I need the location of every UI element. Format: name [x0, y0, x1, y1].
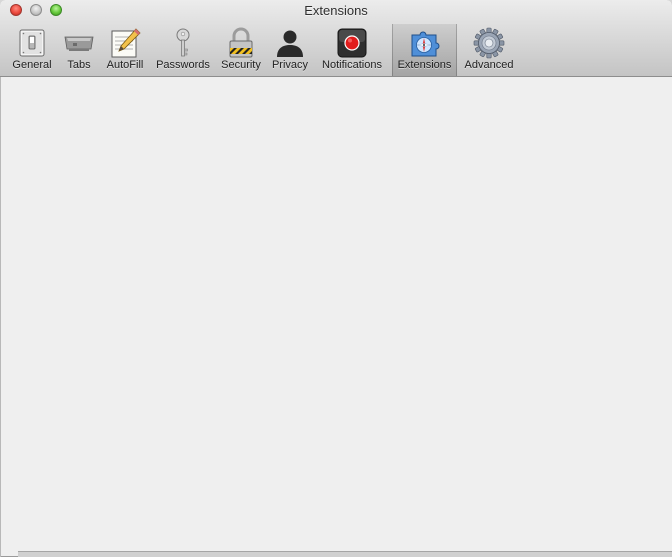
toolbar-label-advanced: Advanced	[464, 59, 514, 71]
toolbar-label-security: Security	[221, 59, 261, 71]
toolbar-item-advanced[interactable]: Advanced	[460, 24, 518, 76]
toolbar-item-notifications[interactable]: Notifications	[316, 24, 388, 76]
toolbar-item-tabs[interactable]: Tabs	[60, 24, 98, 76]
extensions-content-pane	[0, 77, 672, 551]
toolbar-label-autofill: AutoFill	[106, 59, 144, 71]
padlock-icon	[229, 27, 253, 58]
toolbar-label-privacy: Privacy	[271, 59, 309, 71]
window-title: Extensions	[304, 3, 368, 18]
title-bar: Extensions General Tabs AutoFill Passwor…	[0, 0, 672, 77]
autofill-pencil-icon	[111, 28, 141, 58]
toolbar-item-passwords[interactable]: Passwords	[152, 24, 214, 76]
toolbar-item-autofill[interactable]: AutoFill	[102, 24, 148, 76]
toolbar-label-extensions: Extensions	[397, 59, 452, 71]
toolbar-item-security[interactable]: Security	[217, 24, 265, 76]
toolbar-item-privacy[interactable]: Privacy	[268, 24, 312, 76]
window-bottom-edge	[18, 551, 672, 557]
tabs-icon	[64, 36, 94, 51]
toolbar-label-tabs: Tabs	[67, 59, 91, 71]
toolbar-label-passwords: Passwords	[156, 59, 210, 71]
person-silhouette-icon	[277, 30, 303, 57]
toolbar-label-notifications: Notifications	[322, 59, 382, 71]
toolbar-item-extensions[interactable]: Extensions	[392, 24, 457, 76]
toolbar-item-general[interactable]: General	[8, 24, 56, 76]
window-left-edge	[0, 77, 1, 557]
puzzle-compass-icon	[411, 31, 439, 57]
preferences-window: Extensions General Tabs AutoFill Passwor…	[0, 0, 672, 557]
notification-record-icon	[337, 28, 367, 58]
key-icon	[176, 28, 190, 57]
general-switch-icon	[19, 29, 45, 57]
toolbar-label-general: General	[12, 59, 52, 71]
gear-icon	[473, 27, 505, 59]
preferences-toolbar: General Tabs AutoFill Passwords Security…	[0, 24, 672, 77]
